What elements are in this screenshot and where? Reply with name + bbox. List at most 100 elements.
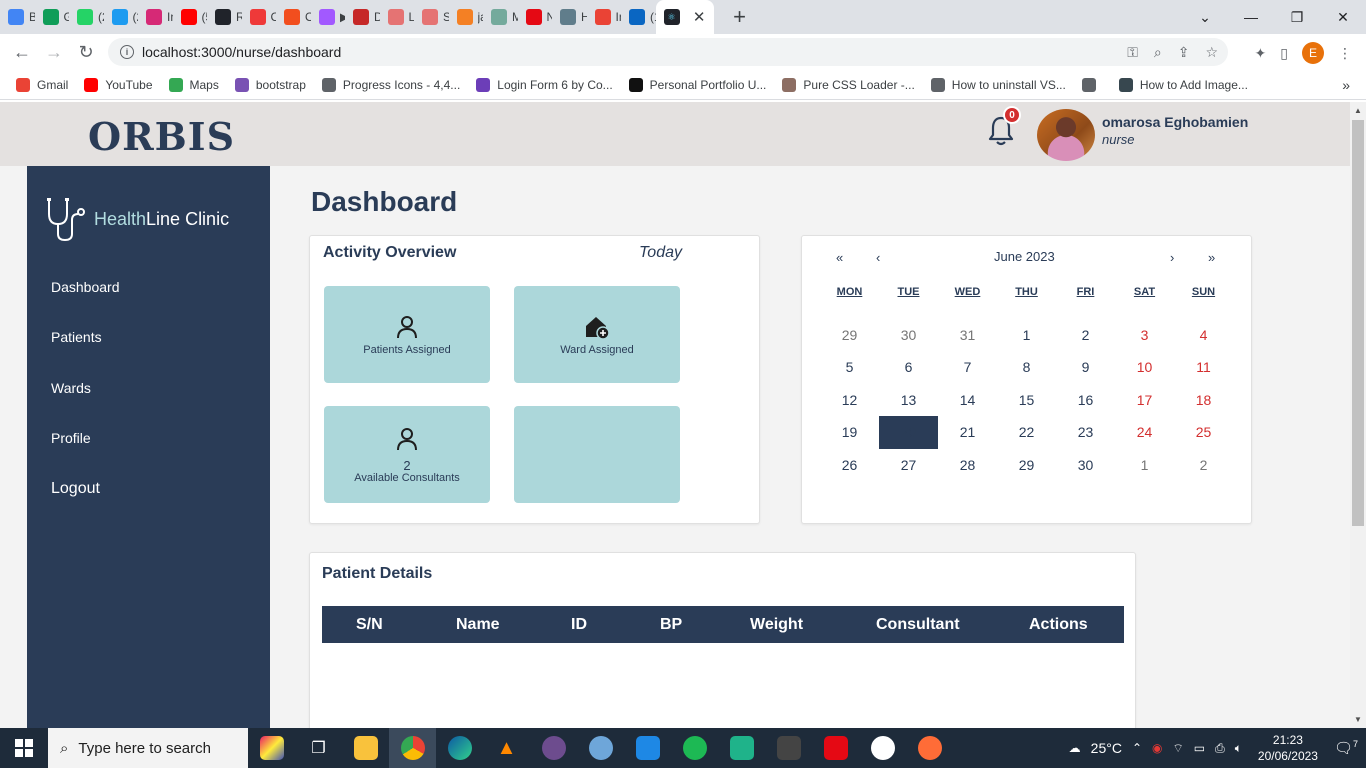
edge-icon[interactable]: [436, 728, 483, 768]
weather-icon[interactable]: ☁: [1069, 741, 1081, 755]
bookmark-item[interactable]: Personal Portfolio U...: [628, 77, 766, 92]
postman-icon[interactable]: [906, 728, 953, 768]
browser-tab[interactable]: Ins: [138, 0, 173, 34]
calendar-day[interactable]: 18: [1174, 384, 1233, 417]
calendar-day[interactable]: 15: [997, 384, 1056, 417]
key-icon[interactable]: ⚿: [1127, 44, 1138, 61]
tab-search-icon[interactable]: ⌄: [1182, 9, 1228, 26]
back-button[interactable]: ←: [6, 42, 38, 63]
bookmark-item[interactable]: Progress Icons - 4,4...: [321, 77, 460, 92]
browser-tab[interactable]: (10: [621, 0, 656, 34]
tray-expand-icon[interactable]: ⌃: [1132, 741, 1142, 755]
reload-button[interactable]: ↻: [70, 42, 102, 63]
available-consultants-tile[interactable]: 2 Available Consultants: [324, 406, 490, 503]
calendar-day[interactable]: 2: [1174, 449, 1233, 482]
calendar-day[interactable]: 6: [879, 351, 938, 384]
calendar-day[interactable]: 5: [820, 351, 879, 384]
nav-patients[interactable]: Patients: [51, 329, 102, 345]
prev-month-button[interactable]: ‹: [876, 250, 880, 265]
bookmark-item[interactable]: How to Add Image...: [1118, 77, 1248, 92]
more-bookmarks-icon[interactable]: »: [1342, 77, 1350, 93]
tab-active[interactable]: ⚛ ✕: [655, 0, 714, 34]
browser-tab[interactable]: Lin: [380, 0, 414, 34]
close-tab-icon[interactable]: ✕: [693, 8, 706, 26]
calendar-day[interactable]: 23: [1056, 416, 1115, 449]
calendar-day[interactable]: 20: [879, 416, 938, 449]
calendar-day[interactable]: 19: [820, 416, 879, 449]
bookmark-star-icon[interactable]: ☆: [1205, 44, 1218, 61]
page-scrollbar[interactable]: ▲ ▼: [1350, 102, 1366, 728]
spotify-icon[interactable]: [671, 728, 718, 768]
share-icon[interactable]: ⇪: [1178, 44, 1190, 61]
volume-icon[interactable]: 🔈︎: [1235, 741, 1242, 756]
calendar-day[interactable]: 26: [820, 449, 879, 482]
zoom-icon[interactable]: ⌕: [1154, 44, 1162, 61]
calendar-day[interactable]: 30: [879, 319, 938, 352]
task-view-icon[interactable]: ❐: [295, 728, 342, 768]
search-highlight-icon[interactable]: [248, 728, 295, 768]
mongodb-icon[interactable]: [859, 728, 906, 768]
browser-tab[interactable]: Ho: [552, 0, 587, 34]
calendar-day[interactable]: 12: [820, 384, 879, 417]
calendar-day[interactable]: 9: [1056, 351, 1115, 384]
calendar-day[interactable]: 27: [879, 449, 938, 482]
url-text[interactable]: localhost:3000/nurse/dashboard: [142, 44, 341, 60]
calendar-day[interactable]: 4: [1174, 319, 1233, 352]
windows-start-icon[interactable]: [0, 728, 48, 768]
calendar-day[interactable]: 13: [879, 384, 938, 417]
new-tab-button[interactable]: +: [726, 4, 754, 30]
browser-tab[interactable]: Ne: [518, 0, 552, 34]
site-info-icon[interactable]: i: [120, 45, 134, 59]
app-logo[interactable]: ORBIS: [88, 114, 235, 159]
prev-year-button[interactable]: «: [836, 250, 843, 265]
extensions-icon[interactable]: ✦: [1255, 45, 1267, 62]
scrollbar-thumb[interactable]: [1352, 120, 1364, 526]
calendar-day[interactable]: 1: [997, 319, 1056, 352]
browser-tab[interactable]: Or: [276, 0, 311, 34]
taskbar-search[interactable]: ⌕ Type here to search: [48, 728, 248, 768]
menu-icon[interactable]: ⋮: [1338, 45, 1352, 62]
bookmark-item[interactable]: bootstrap: [234, 77, 306, 92]
browser-tab[interactable]: Ma: [483, 0, 518, 34]
qbittorrent-icon[interactable]: [577, 728, 624, 768]
temperature[interactable]: 25°C: [1091, 740, 1122, 756]
calendar-day[interactable]: 24: [1115, 416, 1174, 449]
calendar-day[interactable]: 31: [938, 319, 997, 352]
vlc-icon[interactable]: ▲: [483, 728, 530, 768]
scroll-down-icon[interactable]: ▼: [1354, 715, 1362, 724]
calendar-day[interactable]: 21: [938, 416, 997, 449]
media-player-icon[interactable]: [530, 728, 577, 768]
calendar-month-label[interactable]: June 2023: [994, 249, 1055, 264]
bookmark-item[interactable]: Pure CSS Loader -...: [782, 77, 915, 92]
nav-dashboard[interactable]: Dashboard: [51, 279, 120, 295]
calendar-day[interactable]: 16: [1056, 384, 1115, 417]
next-year-button[interactable]: »: [1208, 250, 1215, 265]
browser-tab[interactable]: Inl: [587, 0, 621, 34]
bookmark-item[interactable]: [1081, 77, 1103, 92]
browser-tab[interactable]: (2): [104, 0, 138, 34]
browser-tab[interactable]: ▶: [311, 0, 345, 34]
bookmark-item[interactable]: Login Form 6 by Co...: [476, 77, 613, 92]
calendar-day[interactable]: 11: [1174, 351, 1233, 384]
browser-tab[interactable]: (2): [69, 0, 104, 34]
calendar-day[interactable]: 1: [1115, 449, 1174, 482]
calendar-day[interactable]: 28: [938, 449, 997, 482]
user-avatar[interactable]: [1037, 109, 1095, 161]
antivirus-icon[interactable]: ◉: [1152, 741, 1162, 755]
forward-button[interactable]: →: [38, 42, 70, 63]
browser-tab[interactable]: jav: [449, 0, 483, 34]
network-icon[interactable]: ⎙: [1215, 741, 1225, 756]
file-explorer-icon[interactable]: [342, 728, 389, 768]
calendar-day[interactable]: 25: [1174, 416, 1233, 449]
taskbar-clock[interactable]: 21:23 20/06/2023: [1252, 732, 1324, 764]
next-month-button[interactable]: ›: [1170, 250, 1174, 265]
chrome-icon[interactable]: [389, 728, 436, 768]
maximize-button[interactable]: ❐: [1274, 9, 1320, 26]
bookmark-item[interactable]: Maps: [168, 77, 219, 92]
audio-app-icon[interactable]: [765, 728, 812, 768]
browser-tab[interactable]: Sty: [414, 0, 449, 34]
bookmark-item[interactable]: Gmail: [16, 77, 68, 92]
bookmark-item[interactable]: How to uninstall VS...: [930, 77, 1066, 92]
close-window-button[interactable]: ✕: [1320, 9, 1366, 26]
browser-tab[interactable]: Ca: [242, 0, 276, 34]
